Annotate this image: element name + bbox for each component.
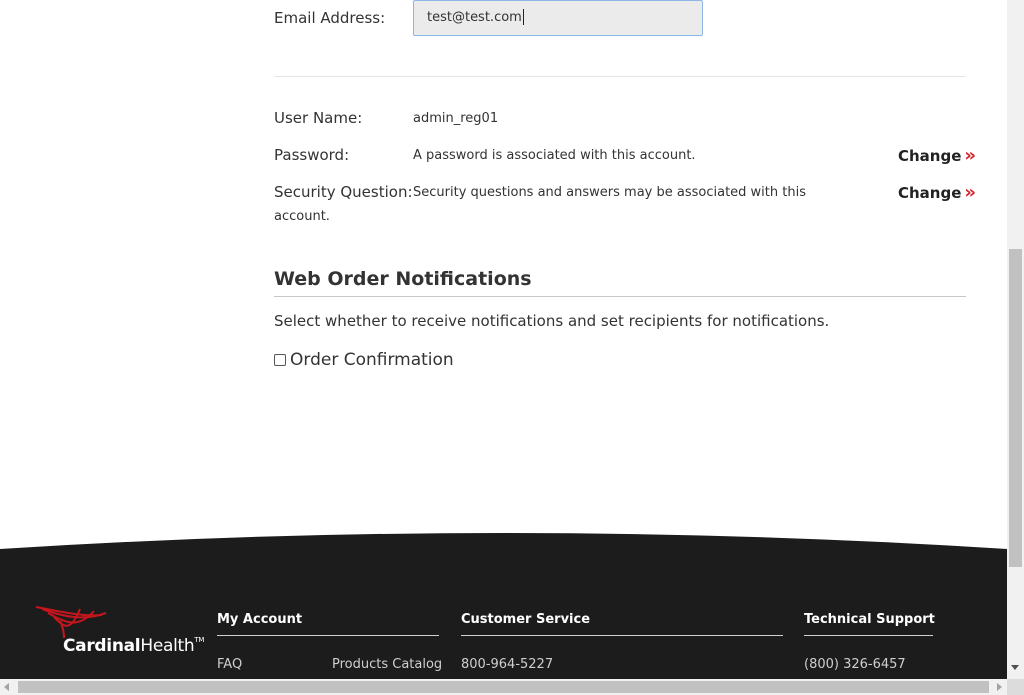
footer-my-account-title: My Account [217,612,303,627]
horizontal-scrollbar-thumb[interactable] [18,681,989,693]
notifications-rule [274,296,966,297]
logo-name-regular: Health [140,636,195,656]
username-value: admin_reg01 [413,111,499,126]
footer-link-products-catalog[interactable]: Products Catalog [332,657,442,672]
notifications-title: Web Order Notifications [274,268,532,290]
email-label: Email Address: [274,9,386,27]
footer-technical-support-phone[interactable]: (800) 326-6457 [804,657,906,672]
footer-my-account-rule [217,635,439,636]
change-password-link[interactable]: Change» [898,145,976,166]
chevron-right-icon: » [964,182,977,203]
change-password-label: Change [898,147,962,165]
email-value: test@test.com [427,10,522,25]
password-label: Password: [274,146,350,164]
security-question-label: Security Question: [274,183,413,201]
security-question-value: Security questions and answers may be as… [413,185,806,200]
security-question-value-continued: account. [274,209,330,224]
chevron-right-icon: » [964,145,977,166]
logo-wordmark[interactable]: CardinalHealthTM [63,636,204,656]
scroll-right-arrow-icon[interactable] [997,683,1002,691]
email-field[interactable]: test@test.com [413,0,703,36]
vertical-scrollbar[interactable] [1007,0,1024,679]
scrollbar-corner [1007,679,1024,695]
order-confirmation-row[interactable]: Order Confirmation [274,350,454,370]
order-confirmation-checkbox[interactable] [274,354,286,366]
username-label: User Name: [274,109,363,127]
footer-customer-service-title: Customer Service [461,612,591,627]
footer-customer-service-rule [461,635,783,636]
logo-name-bold: Cardinal [63,636,141,656]
footer-link-faq[interactable]: FAQ [217,657,242,672]
horizontal-scrollbar[interactable] [0,679,1007,695]
footer-technical-support-rule [804,635,933,636]
footer-technical-support-title: Technical Support [804,612,935,627]
scroll-left-arrow-icon[interactable] [4,683,9,691]
scroll-down-arrow-icon[interactable] [1011,665,1019,670]
section-divider [274,76,966,77]
change-security-question-link[interactable]: Change» [898,182,976,203]
vertical-scrollbar-thumb[interactable] [1009,249,1022,567]
notifications-description: Select whether to receive notifications … [274,312,830,330]
order-confirmation-label: Order Confirmation [290,350,454,370]
password-value: A password is associated with this accou… [413,148,696,163]
page-viewport: Email Address: test@test.com User Name: … [0,0,1007,679]
text-caret [522,8,524,25]
footer-customer-service-phone[interactable]: 800-964-5227 [461,657,553,672]
logo-trademark: TM [194,636,205,644]
change-security-label: Change [898,184,962,202]
